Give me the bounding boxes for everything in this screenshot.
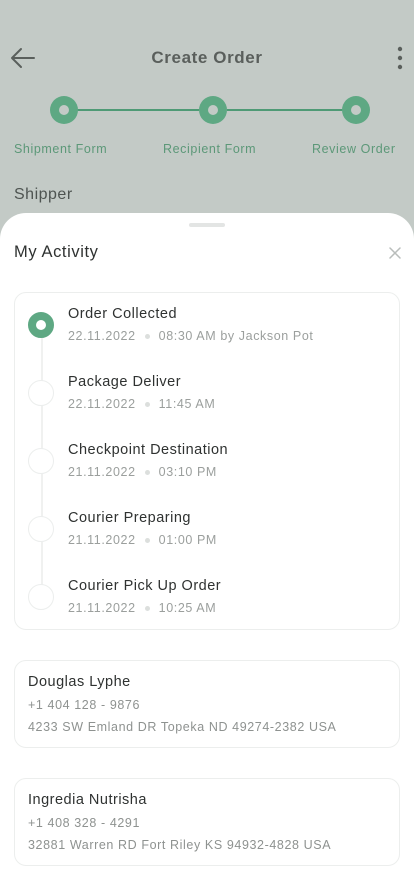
- step-dot-review[interactable]: [342, 96, 370, 124]
- activity-timeline-card: Order Collected 22.11.2022 08:30 AM by J…: [14, 292, 400, 630]
- timeline-dot-active: [28, 312, 54, 338]
- timeline-dot: [28, 448, 54, 474]
- app-header: Create Order: [0, 30, 414, 86]
- close-icon[interactable]: [388, 246, 402, 260]
- contact-name: Ingredia Nutrisha: [28, 792, 147, 808]
- contact-card[interactable]: Ingredia Nutrisha +1 408 328 - 4291 3288…: [14, 778, 400, 866]
- activity-title: Courier Preparing: [68, 510, 191, 526]
- contact-phone: +1 404 128 - 9876: [28, 698, 141, 712]
- contact-card[interactable]: Douglas Lyphe +1 404 128 - 9876 4233 SW …: [14, 660, 400, 748]
- activity-detail: 10:25 AM: [158, 601, 217, 615]
- dot-separator: [144, 469, 150, 475]
- activity-title: Package Deliver: [68, 374, 182, 390]
- activity-meta: 21.11.2022 01:00 PM: [68, 533, 217, 547]
- timeline-dot: [28, 516, 54, 542]
- contact-name: Douglas Lyphe: [28, 674, 131, 690]
- section-label-shipper: Shipper: [14, 186, 73, 203]
- activity-title: Checkpoint Destination: [68, 442, 229, 458]
- timeline-item: Courier Pick Up Order 21.11.2022 10:25 A…: [15, 578, 399, 638]
- step-label-recipient: Recipient Form: [163, 142, 257, 156]
- activity-date: 21.11.2022: [68, 533, 136, 547]
- contact-phone: +1 408 328 - 4291: [28, 816, 141, 830]
- drag-handle[interactable]: [189, 223, 225, 227]
- step-label-review: Review Order: [312, 142, 396, 156]
- dot-separator: [144, 333, 150, 339]
- step-connector: [227, 109, 343, 111]
- activity-meta: 22.11.2022 11:45 AM: [68, 397, 215, 411]
- step-connector: [77, 109, 199, 111]
- activity-meta: 22.11.2022 08:30 AM by Jackson Pot: [68, 329, 314, 343]
- page-title: Create Order: [151, 48, 263, 67]
- activity-title: Courier Pick Up Order: [68, 578, 222, 594]
- dot-separator: [144, 537, 150, 543]
- contact-address: 32881 Warren RD Fort Riley KS 94932-4828…: [28, 838, 332, 852]
- dot-separator: [144, 605, 150, 611]
- contact-address: 4233 SW Emland DR Topeka ND 49274-2382 U…: [28, 720, 337, 734]
- step-dot-shipment[interactable]: [50, 96, 78, 124]
- activity-date: 21.11.2022: [68, 465, 136, 479]
- timeline-dot: [28, 584, 54, 610]
- activity-date: 22.11.2022: [68, 329, 136, 343]
- step-label-shipment: Shipment Form: [14, 142, 108, 156]
- sheet-title: My Activity: [14, 243, 99, 261]
- activity-date: 21.11.2022: [68, 601, 136, 615]
- order-stepper: Shipment Form Recipient Form Review Orde…: [0, 96, 414, 166]
- activity-bottom-sheet: My Activity Order Collected 22.11.2022 0…: [0, 213, 414, 896]
- timeline-dot: [28, 380, 54, 406]
- activity-detail: 11:45 AM: [158, 397, 216, 411]
- timeline-item: Checkpoint Destination 21.11.2022 03:10 …: [15, 442, 399, 502]
- activity-date: 22.11.2022: [68, 397, 136, 411]
- timeline-item: Order Collected 22.11.2022 08:30 AM by J…: [15, 306, 399, 366]
- activity-meta: 21.11.2022 10:25 AM: [68, 601, 216, 615]
- timeline-item: Package Deliver 22.11.2022 11:45 AM: [15, 374, 399, 434]
- activity-detail: 01:00 PM: [158, 533, 217, 547]
- more-vertical-icon[interactable]: [396, 46, 404, 70]
- activity-title: Order Collected: [68, 306, 178, 322]
- activity-meta: 21.11.2022 03:10 PM: [68, 465, 217, 479]
- dot-separator: [144, 401, 150, 407]
- activity-detail: 08:30 AM by Jackson Pot: [158, 329, 314, 343]
- activity-detail: 03:10 PM: [158, 465, 217, 479]
- timeline-item: Courier Preparing 21.11.2022 01:00 PM: [15, 510, 399, 570]
- step-dot-recipient[interactable]: [199, 96, 227, 124]
